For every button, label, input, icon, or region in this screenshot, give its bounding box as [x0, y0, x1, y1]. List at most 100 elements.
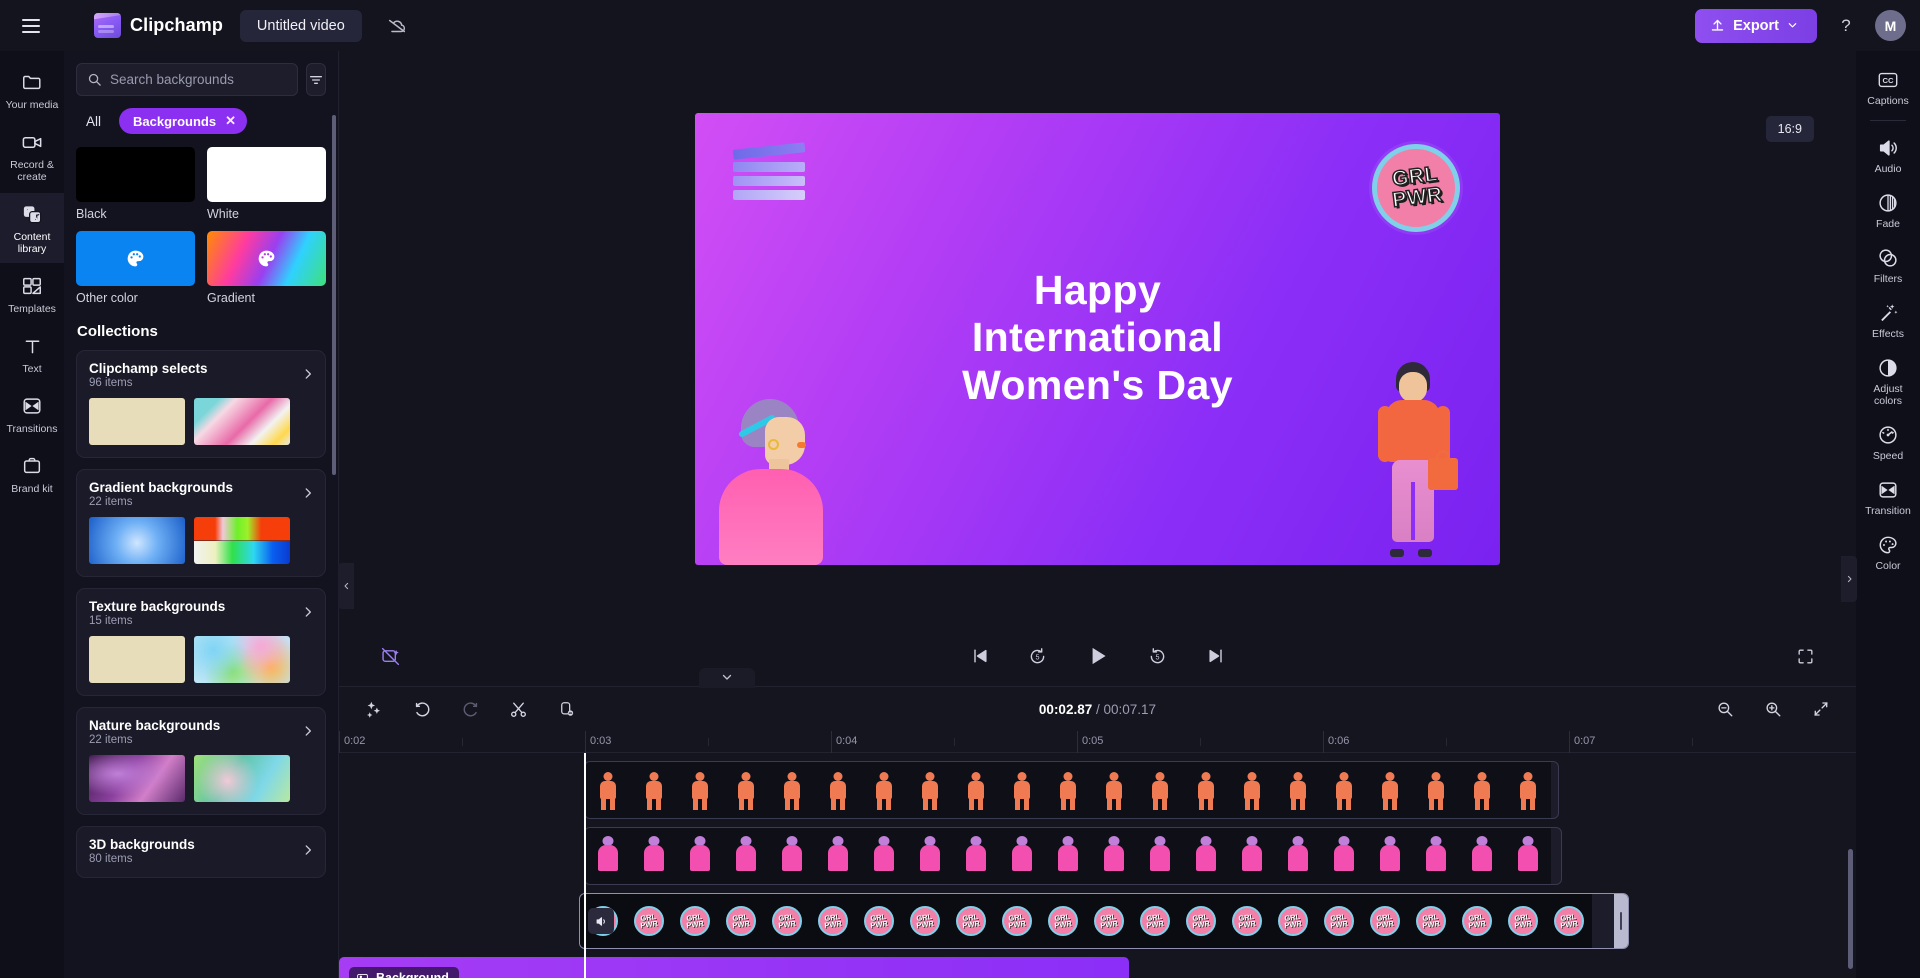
help-button[interactable]: ?	[1831, 11, 1861, 41]
tool-fade[interactable]: Fade	[1856, 182, 1920, 237]
collection-thumbnail[interactable]	[89, 398, 185, 445]
skip-to-end-button[interactable]	[1201, 641, 1231, 671]
cloud-off-icon[interactable]	[382, 11, 412, 41]
collection-gradient-backgrounds[interactable]: Gradient backgrounds 22 items	[76, 469, 326, 577]
split-button[interactable]	[505, 696, 531, 722]
chip-backgrounds[interactable]: Backgrounds ✕	[119, 108, 247, 134]
collection-thumbnail[interactable]	[194, 398, 290, 445]
tool-effects[interactable]: Effects	[1856, 292, 1920, 347]
filmstrip-frame	[1459, 762, 1505, 818]
search-box[interactable]	[76, 63, 298, 96]
search-input[interactable]	[110, 72, 287, 87]
filmstrip-frame	[1137, 762, 1183, 818]
tool-transition[interactable]: Transition	[1856, 469, 1920, 524]
magic-wand-button[interactable]	[361, 696, 387, 722]
swatch-white[interactable]: White	[207, 147, 326, 221]
delete-clip-button[interactable]	[553, 696, 579, 722]
swatch-preview	[76, 147, 195, 202]
tool-audio[interactable]: Audio	[1856, 127, 1920, 182]
chevron-right-icon[interactable]	[301, 367, 315, 381]
clip-trim-handle[interactable]	[1614, 894, 1628, 948]
rail-divider	[1870, 120, 1906, 121]
collapse-right-panel-button[interactable]	[1841, 556, 1857, 602]
tool-speed[interactable]: Speed	[1856, 414, 1920, 469]
timeline-playhead[interactable]	[584, 753, 586, 978]
chevron-right-icon[interactable]	[301, 605, 315, 619]
export-button[interactable]: Export	[1695, 8, 1817, 43]
collection-3d-backgrounds[interactable]: 3D backgrounds 80 items	[76, 826, 326, 878]
close-icon[interactable]: ✕	[225, 113, 236, 129]
collection-nature-backgrounds[interactable]: Nature backgrounds 22 items	[76, 707, 326, 815]
chip-all[interactable]: All	[80, 110, 107, 133]
background-clip[interactable]: Background	[339, 957, 1129, 978]
undo-button[interactable]	[409, 696, 435, 722]
sidebar-item-brand-kit[interactable]: Brand kit	[0, 445, 64, 503]
tool-color[interactable]: Color	[1856, 524, 1920, 579]
redo-button[interactable]	[457, 696, 483, 722]
collection-thumbnail[interactable]	[194, 517, 290, 564]
collection-thumbnail[interactable]	[89, 755, 185, 802]
hamburger-menu-icon[interactable]	[14, 9, 48, 43]
sidebar-item-text[interactable]: Text	[0, 325, 64, 383]
tool-adjust-colors[interactable]: Adjust colors	[1856, 347, 1920, 414]
tool-label: Color	[1875, 560, 1901, 572]
fit-timeline-button[interactable]	[1808, 696, 1834, 722]
user-avatar[interactable]: M	[1875, 10, 1906, 41]
collection-texture-backgrounds[interactable]: Texture backgrounds 15 items	[76, 588, 326, 696]
swatch-label: White	[207, 207, 239, 221]
forward-5-button[interactable]: 5	[1143, 641, 1173, 671]
tool-captions[interactable]: CC Captions	[1856, 59, 1920, 114]
mini-grl-pwr-badge: GRLPWR	[1324, 906, 1354, 936]
play-button[interactable]	[1081, 639, 1115, 673]
video-clip-badge[interactable]: GRL PWR GRL PWR GRL PWR GRL PWR GRL PWR GRL PWR GRL P…	[579, 893, 1629, 949]
video-clip-pink[interactable]	[584, 827, 1562, 885]
speed-icon	[1877, 423, 1900, 446]
swatch-gradient[interactable]: Gradient	[207, 231, 326, 305]
zoom-in-button[interactable]	[1760, 696, 1786, 722]
fullscreen-button[interactable]	[1790, 641, 1820, 671]
captions-icon: CC	[1877, 68, 1900, 91]
collection-thumbnail[interactable]	[89, 636, 185, 683]
upload-icon	[1711, 19, 1724, 31]
filmstrip-frame	[1275, 828, 1321, 884]
skip-to-end-icon	[1208, 649, 1222, 663]
sidebar-label-l2: library	[17, 243, 47, 255]
video-clip-orange[interactable]	[584, 761, 1559, 819]
timeline-collapse-button[interactable]	[699, 668, 755, 688]
skip-to-start-button[interactable]	[965, 641, 995, 671]
timeline-ruler[interactable]: 0:02 0:03 0:04 0:05 0:06 0:07	[339, 731, 1856, 753]
sidebar-item-your-media[interactable]: Your media	[0, 61, 64, 119]
aspect-ratio-button[interactable]: 16:9	[1765, 116, 1814, 142]
collection-thumbnail[interactable]	[89, 517, 185, 564]
mini-grl-pwr-badge: GRLPWR	[1002, 906, 1032, 936]
timeline-zoom-controls	[1712, 696, 1834, 722]
video-preview-stage[interactable]: GRL PWR Happy International Women's Day	[695, 112, 1500, 565]
filter-button[interactable]	[306, 63, 326, 96]
sidebar-item-transitions[interactable]: Transitions	[0, 385, 64, 443]
chevron-right-icon[interactable]	[301, 486, 315, 500]
filmstrip-frame	[1229, 762, 1275, 818]
clip-volume-button[interactable]	[588, 908, 614, 934]
tool-filters[interactable]: Filters	[1856, 237, 1920, 292]
sidebar-item-record-create[interactable]: Record & create	[0, 121, 64, 191]
collection-thumbnail[interactable]	[194, 755, 290, 802]
panel-scroll-area[interactable]: Black White Other color Gradient Collect…	[64, 134, 338, 978]
zoom-out-button[interactable]	[1712, 696, 1738, 722]
collection-thumbnail[interactable]	[194, 636, 290, 683]
project-title-input[interactable]: Untitled video	[239, 9, 362, 42]
chevron-right-icon[interactable]	[301, 843, 315, 857]
chevron-right-icon[interactable]	[301, 724, 315, 738]
sidebar-item-templates[interactable]: Templates	[0, 265, 64, 323]
grl-pwr-badge-text: GRL PWR	[1388, 162, 1445, 213]
sidebar-item-content-library[interactable]: Content library	[0, 193, 64, 263]
filmstrip-frame: GRLPWR	[1316, 894, 1362, 948]
playback-controls-bar: 5 5	[339, 626, 1856, 686]
swatch-black[interactable]: Black	[76, 147, 195, 221]
collection-clipchamp-selects[interactable]: Clipchamp selects 96 items	[76, 350, 326, 458]
autofit-off-icon[interactable]	[375, 641, 405, 671]
timeline-vertical-scrollbar[interactable]	[1848, 849, 1853, 969]
rewind-5-button[interactable]: 5	[1023, 641, 1053, 671]
collapse-panel-button[interactable]	[338, 563, 354, 609]
swatch-other-color[interactable]: Other color	[76, 231, 195, 305]
panel-scrollbar[interactable]	[332, 115, 336, 475]
